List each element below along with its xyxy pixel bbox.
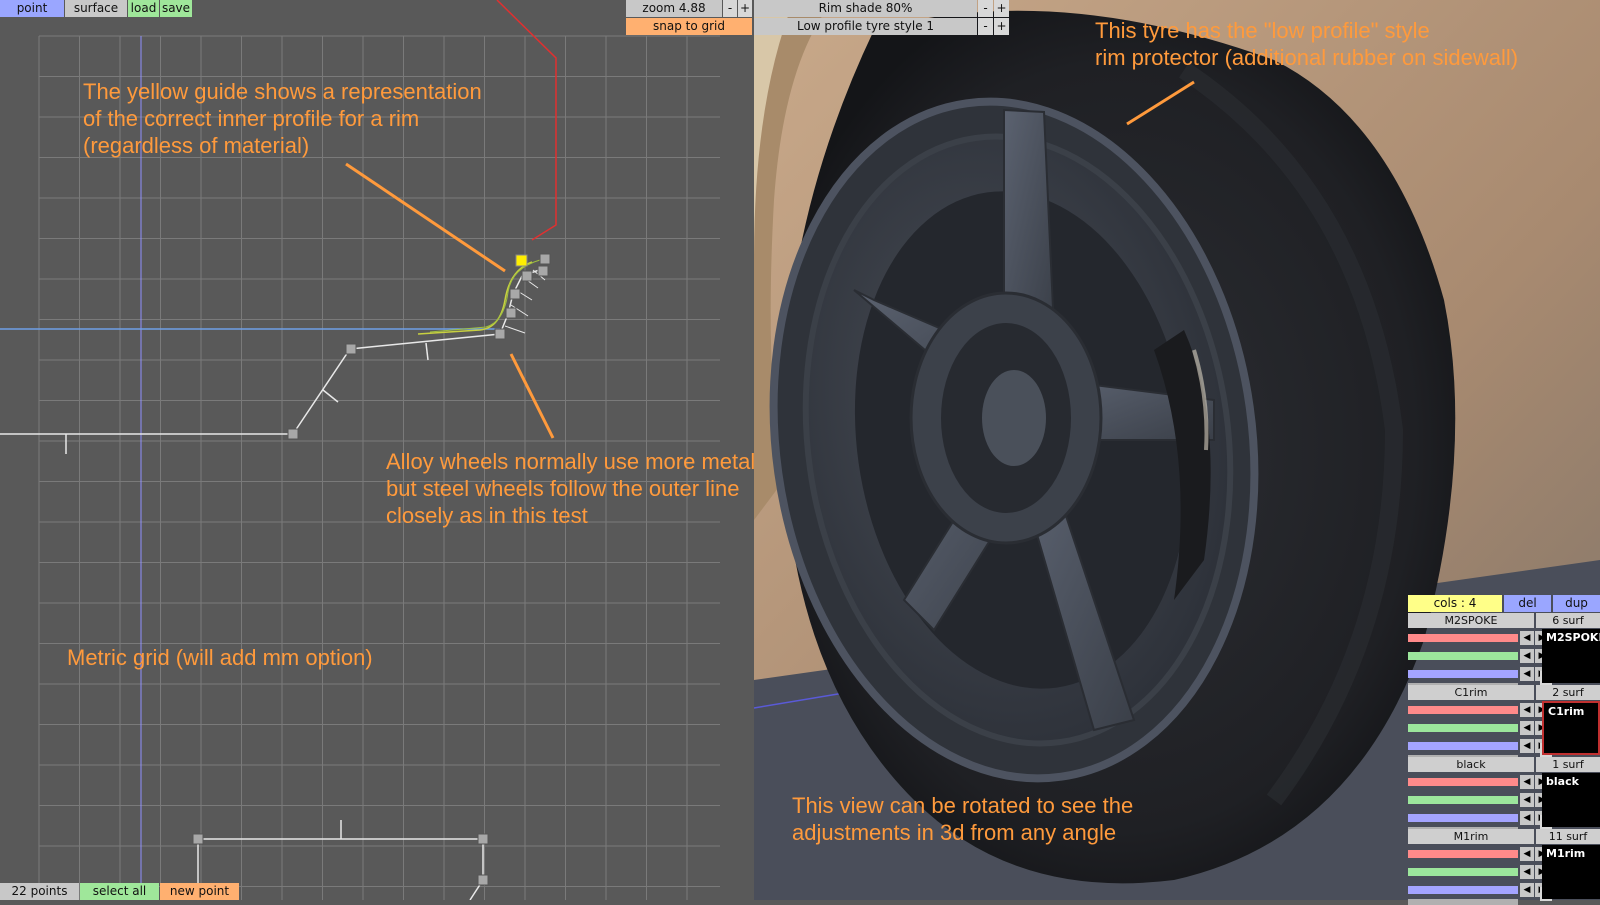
decrease-arrow-icon[interactable]: ◀ xyxy=(1520,631,1534,645)
control-point[interactable] xyxy=(521,270,533,282)
material-name[interactable]: C1rim xyxy=(1408,685,1534,700)
color-channel-slider[interactable] xyxy=(1408,850,1518,858)
material-item[interactable]: M1rim11 surf◀▶60◀▶60◀▶60LM1rim xyxy=(1408,829,1600,905)
tyre-style-plus-button[interactable]: + xyxy=(994,18,1009,35)
material-preview-label: M2SPOKE xyxy=(1546,631,1600,644)
decrease-arrow-icon[interactable]: ◀ xyxy=(1520,703,1534,717)
decrease-arrow-icon[interactable]: ◀ xyxy=(1520,847,1534,861)
rotate-annotation: This view can be rotated to see the adju… xyxy=(792,793,1134,845)
rim-shade-display: Rim shade 80% xyxy=(754,0,977,17)
material-surface-count: 11 surf xyxy=(1536,829,1600,844)
surface-mode-button[interactable]: surface xyxy=(65,0,127,17)
color-channel-slider[interactable] xyxy=(1408,814,1518,822)
decrease-arrow-icon[interactable]: ◀ xyxy=(1520,811,1534,825)
color-channel-slider[interactable] xyxy=(1408,634,1518,642)
material-preview[interactable]: M2SPOKE xyxy=(1542,629,1600,683)
select-all-button[interactable]: select all xyxy=(80,883,159,900)
material-preview-label: M1rim xyxy=(1546,847,1586,860)
duplicate-material-button[interactable]: dup xyxy=(1553,595,1600,612)
control-point[interactable] xyxy=(345,343,357,355)
control-point[interactable] xyxy=(494,328,506,340)
zoom-display: zoom 4.88 xyxy=(626,0,722,17)
material-surface-count: 2 surf xyxy=(1536,685,1600,700)
metric-grid-annotation: Metric grid (will add mm option) xyxy=(67,645,373,670)
snap-to-grid-toggle[interactable]: snap to grid xyxy=(626,18,752,35)
material-preview[interactable]: black xyxy=(1542,773,1600,827)
new-point-button[interactable]: new point xyxy=(160,883,239,900)
control-point[interactable] xyxy=(287,428,299,440)
color-channel-slider[interactable] xyxy=(1408,742,1518,750)
decrease-arrow-icon[interactable]: ◀ xyxy=(1520,649,1534,663)
alloy-annotation: Alloy wheels normally use more metal but… xyxy=(386,449,756,528)
decrease-arrow-icon[interactable]: ◀ xyxy=(1520,865,1534,879)
control-point[interactable] xyxy=(477,833,489,845)
control-point[interactable] xyxy=(505,307,517,319)
zoom-minus-button[interactable]: - xyxy=(723,0,737,17)
material-name[interactable]: black xyxy=(1408,757,1534,772)
color-channel-slider[interactable] xyxy=(1408,868,1518,876)
decrease-arrow-icon[interactable]: ◀ xyxy=(1520,883,1534,897)
color-channel-slider[interactable] xyxy=(1408,886,1518,894)
material-preview[interactable]: M1rim xyxy=(1542,845,1600,899)
point-count-display: 22 points xyxy=(0,883,79,900)
material-item[interactable]: C1rim2 surf◀▶60◀▶60◀▶60LC1rim xyxy=(1408,685,1600,761)
color-channel-slider[interactable] xyxy=(1408,778,1518,786)
material-surface-count: 1 surf xyxy=(1536,757,1600,772)
tyre-style-display: Low profile tyre style 1 xyxy=(754,18,977,35)
columns-display: cols : 4 xyxy=(1408,595,1502,612)
control-point[interactable] xyxy=(537,265,549,277)
material-name[interactable]: M1rim xyxy=(1408,829,1534,844)
save-button[interactable]: save xyxy=(160,0,192,17)
decrease-arrow-icon[interactable]: ◀ xyxy=(1520,739,1534,753)
rim-shade-minus-button[interactable]: - xyxy=(978,0,993,17)
selected-control-point[interactable] xyxy=(515,254,528,267)
load-button[interactable]: load xyxy=(128,0,159,17)
material-preview[interactable]: C1rim xyxy=(1542,701,1600,755)
color-channel-slider[interactable] xyxy=(1408,724,1518,732)
material-preview-label: C1rim xyxy=(1548,705,1585,718)
zoom-plus-button[interactable]: + xyxy=(738,0,752,17)
decrease-arrow-icon[interactable]: ◀ xyxy=(1520,667,1534,681)
material-name[interactable]: M2SPOKE xyxy=(1408,613,1534,628)
material-item[interactable]: black1 surf◀▶0◀▶0◀▶0Lblack xyxy=(1408,757,1600,833)
decrease-arrow-icon[interactable]: ◀ xyxy=(1520,793,1534,807)
control-point[interactable] xyxy=(509,288,521,300)
color-channel-slider[interactable] xyxy=(1408,670,1518,678)
yellow-guide-annotation: The yellow guide shows a representation … xyxy=(83,79,482,158)
color-channel-slider[interactable] xyxy=(1408,796,1518,804)
control-point[interactable] xyxy=(539,253,551,265)
material-preview-label: black xyxy=(1546,775,1579,788)
rim-shade-plus-button[interactable]: + xyxy=(994,0,1009,17)
tyre-style-minus-button[interactable]: - xyxy=(978,18,993,35)
tyre-annotation: This tyre has the "low profile" style ri… xyxy=(1095,18,1519,70)
material-item[interactable]: M2SPOKE6 surf◀▶60◀▶60◀▶60LM2SPOKE xyxy=(1408,613,1600,689)
color-channel-slider[interactable] xyxy=(1408,706,1518,714)
delete-material-button[interactable]: del xyxy=(1504,595,1551,612)
control-point[interactable] xyxy=(477,874,489,886)
material-surface-count: 6 surf xyxy=(1536,613,1600,628)
decrease-arrow-icon[interactable]: ◀ xyxy=(1520,721,1534,735)
control-point[interactable] xyxy=(192,833,204,845)
color-channel-slider[interactable] xyxy=(1408,652,1518,660)
decrease-arrow-icon[interactable]: ◀ xyxy=(1520,775,1534,789)
point-mode-button[interactable]: point xyxy=(0,0,64,17)
